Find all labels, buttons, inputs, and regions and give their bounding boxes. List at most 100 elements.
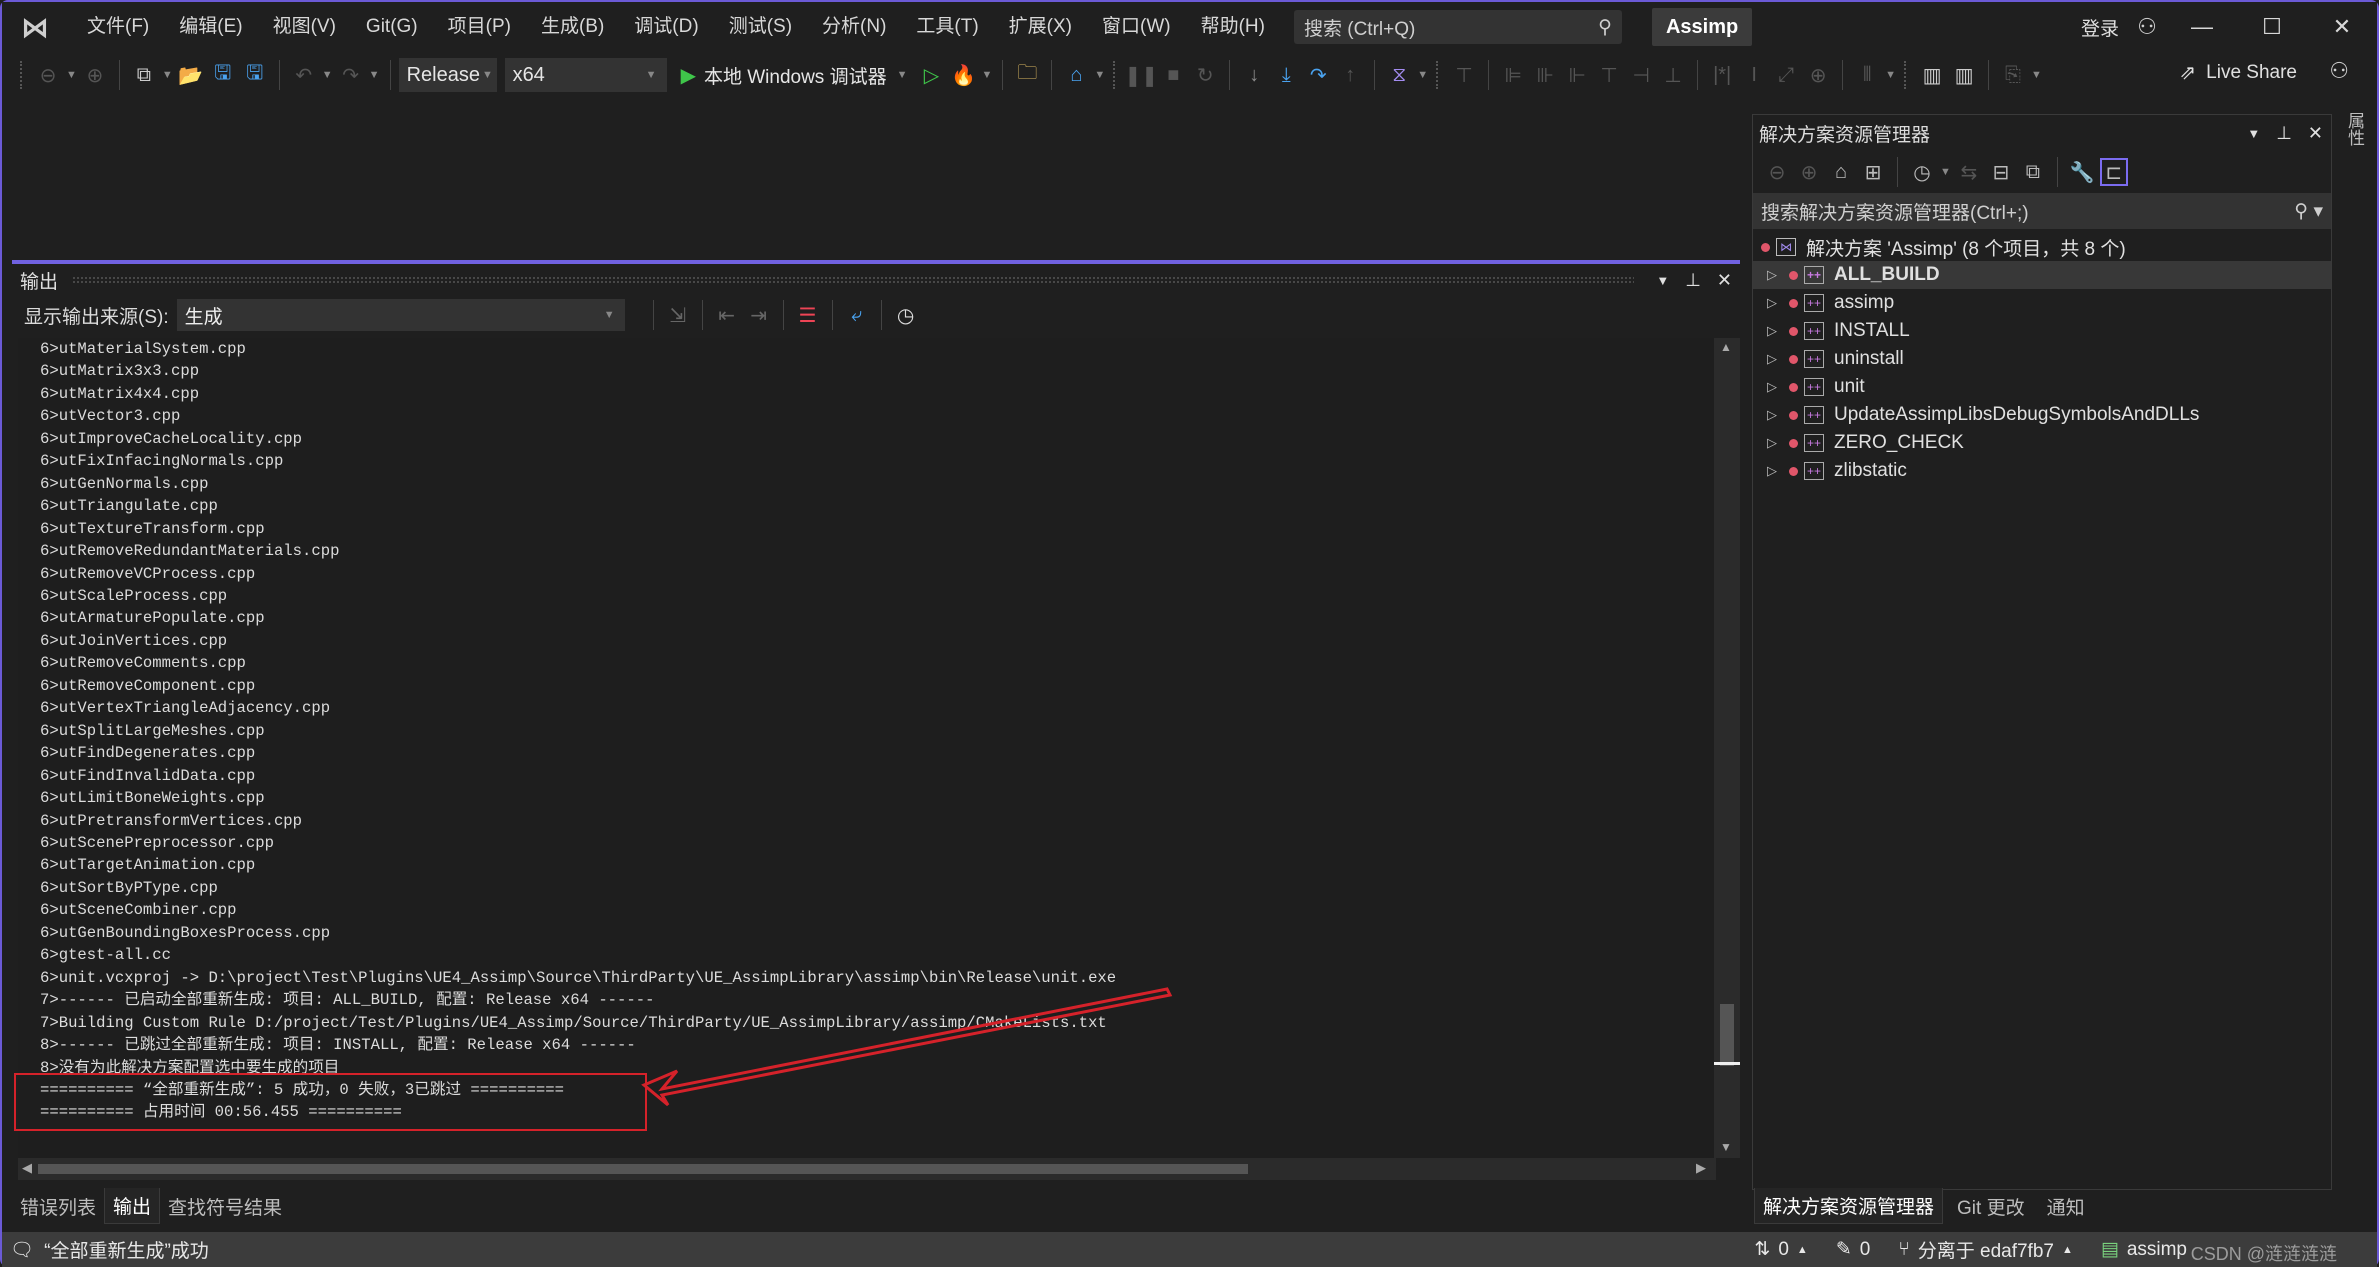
align-top-icon[interactable]: ⊤ bbox=[1595, 61, 1623, 89]
menu-item[interactable]: 工具(T) bbox=[901, 9, 993, 45]
project-node[interactable]: ▷ ++ uninstall bbox=[1753, 345, 2331, 373]
back-icon[interactable]: ⊖ bbox=[1763, 158, 1791, 186]
chevron-down-icon[interactable]: ▼ bbox=[897, 69, 908, 81]
expand-arrow-icon[interactable]: ▷ bbox=[1767, 351, 1785, 367]
tab-solution-explorer[interactable]: 解决方案资源管理器 bbox=[1754, 1188, 1944, 1224]
configuration-dropdown[interactable]: Release ▼ bbox=[398, 58, 497, 92]
solution-root-node[interactable]: ⋈ 解决方案 'Assimp' (8 个项目，共 8 个) bbox=[1753, 233, 2331, 261]
tab-find-symbol-results[interactable]: 查找符号结果 bbox=[160, 1189, 290, 1224]
close-panel-icon[interactable]: ✕ bbox=[1717, 270, 1732, 291]
open-file-icon[interactable]: 📂 bbox=[177, 61, 205, 89]
toggle-word-wrap-icon[interactable]: ⤶ bbox=[843, 301, 871, 329]
expand-arrow-icon[interactable]: ▷ bbox=[1767, 463, 1785, 479]
toolbar-overflow-icon[interactable]: ▼ bbox=[1885, 69, 1896, 81]
properties-side-tab[interactable]: 属性 bbox=[2337, 112, 2367, 192]
pin-icon[interactable]: ⊥ bbox=[2276, 123, 2292, 144]
scrollbar-thumb[interactable] bbox=[1720, 1004, 1734, 1066]
hot-reload-icon[interactable]: 🔥 bbox=[949, 61, 977, 89]
global-search-input[interactable]: 搜索 (Ctrl+Q) ⚲ bbox=[1293, 10, 1622, 44]
make-same-height-icon[interactable]: I bbox=[1740, 61, 1768, 89]
chevron-down-icon[interactable]: ▼ bbox=[981, 69, 992, 81]
scroll-up-icon[interactable]: ▲ bbox=[1720, 340, 1732, 354]
toolbar-grip[interactable] bbox=[20, 61, 26, 89]
expand-arrow-icon[interactable]: ▷ bbox=[1767, 267, 1785, 283]
window-position-dropdown-icon[interactable]: ▼ bbox=[1656, 273, 1669, 288]
restart-icon[interactable]: ↻ bbox=[1191, 61, 1219, 89]
forward-icon[interactable]: ⊕ bbox=[1795, 158, 1823, 186]
project-node[interactable]: ▷ ++ zlibstatic bbox=[1753, 457, 2331, 485]
output-vertical-scrollbar[interactable]: ▲ ▼ bbox=[1714, 338, 1740, 1158]
scrollbar-thumb[interactable] bbox=[38, 1164, 1248, 1174]
step-out-icon[interactable]: ↑ bbox=[1336, 61, 1364, 89]
chevron-down-icon[interactable]: ▼ bbox=[66, 69, 77, 81]
login-button[interactable]: 登录 bbox=[2081, 14, 2119, 41]
menu-item[interactable]: Git(G) bbox=[351, 9, 433, 45]
expand-arrow-icon[interactable]: ▷ bbox=[1767, 295, 1785, 311]
stop-icon[interactable]: ■ bbox=[1159, 61, 1187, 89]
tab-output[interactable]: 输出 bbox=[104, 1188, 161, 1224]
menu-item[interactable]: 扩展(X) bbox=[994, 9, 1087, 45]
project-node[interactable]: ▷ ++ unit bbox=[1753, 373, 2331, 401]
show-all-files-icon[interactable]: ⧉ bbox=[2019, 158, 2047, 186]
menu-item[interactable]: 帮助(H) bbox=[1186, 9, 1280, 45]
maximize-button[interactable]: ☐ bbox=[2237, 14, 2307, 40]
spacing-icon[interactable]: ⫴ bbox=[1853, 61, 1881, 89]
layout-icon[interactable]: ⊤ bbox=[1450, 61, 1478, 89]
close-window-button[interactable]: ✕ bbox=[2307, 14, 2377, 40]
step-over-icon[interactable]: ↷ bbox=[1304, 61, 1332, 89]
project-node[interactable]: ▷ ++ ZERO_CHECK bbox=[1753, 429, 2331, 457]
window-position-dropdown-icon[interactable]: ▼ bbox=[2247, 126, 2260, 141]
chevron-down-icon[interactable]: ▼ bbox=[369, 69, 380, 81]
home-icon[interactable]: ⌂ bbox=[1827, 158, 1855, 186]
redo-icon[interactable]: ↷ bbox=[337, 61, 365, 89]
chevron-down-icon[interactable]: ▼ bbox=[1940, 166, 1951, 178]
align-center-icon[interactable]: ⊪ bbox=[1531, 61, 1559, 89]
expand-arrow-icon[interactable]: ▷ bbox=[1767, 379, 1785, 395]
expand-arrow-icon[interactable]: ▷ bbox=[1767, 407, 1785, 423]
platform-dropdown[interactable]: x64 ▼ bbox=[504, 58, 667, 92]
pending-changes-button[interactable]: ✎ 0 bbox=[1836, 1238, 1871, 1261]
notification-icon[interactable]: 🗨 bbox=[10, 1238, 34, 1262]
toolbar-grip[interactable] bbox=[1436, 61, 1442, 89]
align-left-icon[interactable]: ⊫ bbox=[1499, 61, 1527, 89]
toolbar-grip[interactable] bbox=[1113, 61, 1119, 89]
menu-item[interactable]: 编辑(E) bbox=[164, 9, 257, 45]
account-icon[interactable]: ⚇ bbox=[2127, 14, 2167, 40]
save-all-icon[interactable]: 🖫 bbox=[241, 61, 269, 89]
zoom-icon[interactable]: ⊕ bbox=[1804, 61, 1832, 89]
rebuild-solution-icon[interactable]: ▥ bbox=[1950, 61, 1978, 89]
menu-item[interactable]: 生成(B) bbox=[526, 9, 619, 45]
scroll-left-icon[interactable]: ◀ bbox=[22, 1160, 32, 1176]
minimize-button[interactable]: — bbox=[2167, 14, 2237, 40]
menu-item[interactable]: 视图(V) bbox=[258, 9, 351, 45]
undo-icon[interactable]: ↶ bbox=[290, 61, 318, 89]
make-same-width-icon[interactable]: |*| bbox=[1708, 61, 1736, 89]
pin-icon[interactable]: ⊥ bbox=[1685, 270, 1701, 291]
toolbar-overflow-icon[interactable]: ▼ bbox=[1417, 69, 1428, 81]
align-right-icon[interactable]: ⊩ bbox=[1563, 61, 1591, 89]
feedback-icon[interactable]: ⚇ bbox=[2329, 58, 2349, 84]
find-in-files-icon[interactable]: 🗀 bbox=[1013, 61, 1041, 89]
collapse-all-icon[interactable]: ⊟ bbox=[1987, 158, 2015, 186]
toolbar-overflow-icon[interactable]: ▼ bbox=[2031, 69, 2042, 81]
start-debugging-button[interactable]: ▶ 本地 Windows 调试器 ▼ bbox=[681, 62, 910, 89]
project-node[interactable]: ▷ ++ INSTALL bbox=[1753, 317, 2331, 345]
go-to-previous-message-icon[interactable]: ⇤ bbox=[713, 301, 741, 329]
expand-arrow-icon[interactable]: ▷ bbox=[1767, 323, 1785, 339]
menu-item[interactable]: 项目(P) bbox=[433, 9, 526, 45]
navigate-forward-icon[interactable]: ⊕ bbox=[81, 61, 109, 89]
menu-item[interactable]: 测试(S) bbox=[714, 9, 807, 45]
comment-icon[interactable]: ⎘ bbox=[1999, 61, 2027, 89]
output-source-dropdown[interactable]: 生成 ▼ bbox=[176, 299, 625, 331]
menu-item[interactable]: 窗口(W) bbox=[1087, 9, 1186, 45]
chevron-down-icon[interactable]: ▼ bbox=[162, 69, 173, 81]
chevron-down-icon[interactable]: ▼ bbox=[322, 69, 333, 81]
clear-all-icon[interactable]: ☰ bbox=[794, 301, 822, 329]
diagnostic-tools-icon[interactable]: ⧖ bbox=[1385, 61, 1413, 89]
tab-git-changes[interactable]: Git 更改 bbox=[1949, 1189, 2033, 1224]
switch-views-icon[interactable]: ⊞ bbox=[1859, 158, 1887, 186]
pending-changes-filter-icon[interactable]: ◷ bbox=[1908, 158, 1936, 186]
project-node[interactable]: ▷ ++ UpdateAssimpLibsDebugSymbolsAndDLLs bbox=[1753, 401, 2331, 429]
timestamp-clock-icon[interactable]: ◷ bbox=[892, 301, 920, 329]
show-next-statement-icon[interactable]: ↓ bbox=[1240, 61, 1268, 89]
